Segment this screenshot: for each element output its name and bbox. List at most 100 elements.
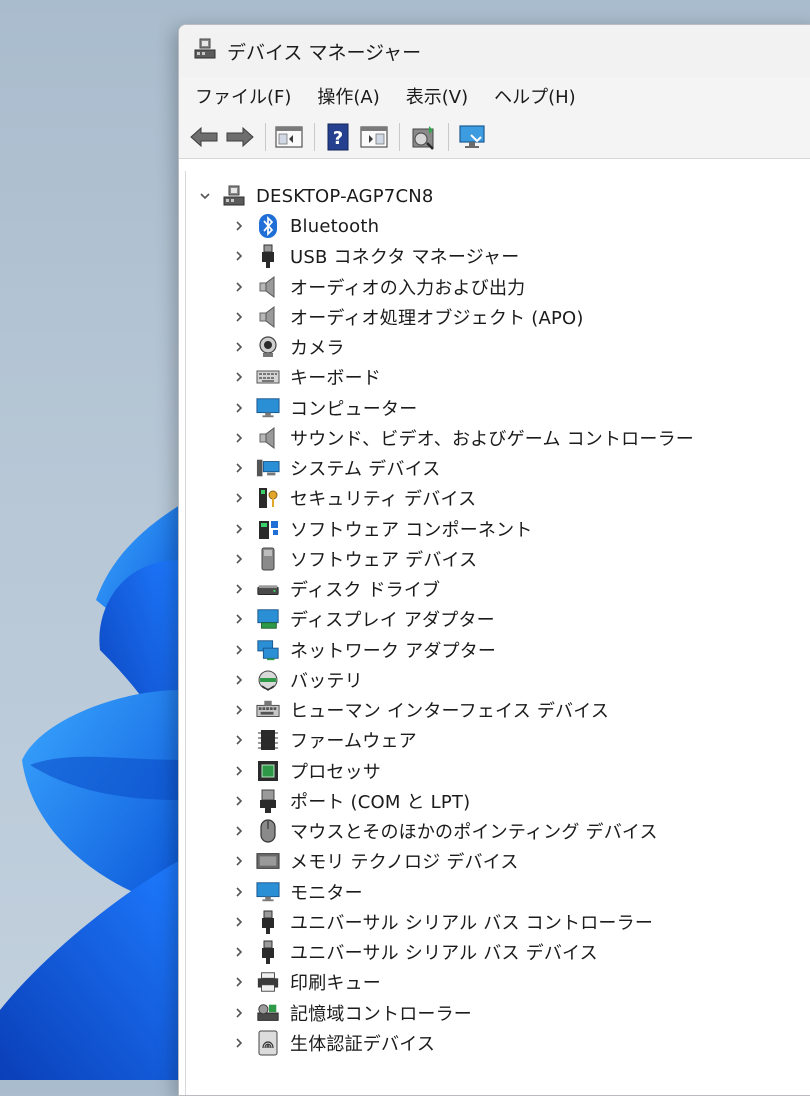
show-hide-action-pane-button[interactable] bbox=[357, 120, 391, 154]
tree-item-label: オーディオの入力および出力 bbox=[290, 277, 526, 299]
tree-item[interactable]: ソフトウェア コンポーネント bbox=[230, 514, 533, 544]
tree-item[interactable]: サウンド、ビデオ、およびゲーム コントローラー bbox=[230, 423, 694, 453]
tree-item[interactable]: 印刷キュー bbox=[230, 967, 381, 997]
software-component-icon bbox=[256, 517, 280, 541]
usb-plug-icon bbox=[256, 940, 280, 964]
toolbar-separator bbox=[265, 122, 266, 151]
tree-item-label: セキュリティ デバイス bbox=[290, 489, 477, 511]
display-adapter-icon bbox=[256, 607, 280, 631]
tree-item[interactable]: プロセッサ bbox=[230, 756, 381, 786]
chevron-right-icon[interactable] bbox=[230, 973, 248, 991]
tree-item-label: ヒューマン インターフェイス デバイス bbox=[290, 701, 610, 722]
tree-item[interactable]: セキュリティ デバイス bbox=[230, 483, 476, 513]
back-button[interactable] bbox=[187, 120, 221, 154]
chevron-right-icon[interactable] bbox=[230, 368, 248, 386]
help-button[interactable]: ? bbox=[321, 120, 355, 154]
tree-item[interactable]: ユニバーサル シリアル バス コントローラー bbox=[230, 907, 653, 937]
chevron-right-icon[interactable] bbox=[230, 762, 248, 780]
speaker-icon bbox=[256, 305, 280, 329]
chevron-right-icon[interactable] bbox=[230, 580, 248, 598]
tree-item[interactable]: ソフトウェア デバイス bbox=[230, 544, 477, 574]
chevron-down-icon[interactable] bbox=[196, 187, 214, 205]
tree-item[interactable]: キーボード bbox=[230, 362, 381, 392]
tree-item[interactable]: オーディオ処理オブジェクト (APO) bbox=[230, 302, 584, 332]
tree-item[interactable]: USB コネクタ マネージャー bbox=[230, 241, 519, 271]
tree-item[interactable]: バッテリ bbox=[230, 665, 363, 695]
chevron-right-icon[interactable] bbox=[230, 399, 248, 417]
menu-file[interactable]: ファイル(F) bbox=[193, 79, 303, 113]
chevron-right-icon[interactable] bbox=[230, 217, 248, 235]
chevron-right-icon[interactable] bbox=[230, 520, 248, 538]
tree-item[interactable]: オーディオの入力および出力 bbox=[230, 272, 525, 302]
usb-plug-icon bbox=[256, 910, 280, 934]
tree-item[interactable]: メモリ テクノロジ デバイス bbox=[230, 846, 519, 876]
back-arrow-icon bbox=[190, 126, 218, 147]
chevron-right-icon[interactable] bbox=[230, 247, 248, 265]
menu-view[interactable]: 表示(V) bbox=[404, 79, 480, 113]
chevron-right-icon[interactable] bbox=[230, 550, 248, 568]
tree-item[interactable]: ヒューマン インターフェイス デバイス bbox=[230, 695, 609, 725]
toolbar-separator bbox=[448, 122, 449, 151]
chevron-right-icon[interactable] bbox=[230, 913, 248, 931]
show-hide-console-tree-icon bbox=[275, 125, 303, 148]
tree-item-label: システム デバイス bbox=[290, 459, 441, 480]
tree-item[interactable]: Bluetooth bbox=[230, 211, 379, 241]
tree-item-label: ユニバーサル シリアル バス コントローラー bbox=[290, 912, 654, 934]
chevron-right-icon[interactable] bbox=[230, 731, 248, 749]
chevron-right-icon[interactable] bbox=[230, 883, 248, 901]
tree-item[interactable]: カメラ bbox=[230, 332, 345, 362]
tree-item[interactable]: ディスク ドライブ bbox=[230, 574, 440, 604]
forward-button[interactable] bbox=[223, 120, 257, 154]
chevron-right-icon[interactable] bbox=[230, 1004, 248, 1022]
tree-item[interactable]: 生体認証デバイス bbox=[230, 1028, 435, 1058]
webcam-icon bbox=[256, 335, 280, 359]
toolbar-separator bbox=[314, 122, 315, 151]
tree-item[interactable]: システム デバイス bbox=[230, 453, 440, 483]
tree-item-label: カメラ bbox=[290, 338, 345, 359]
tree-item-label: ユニバーサル シリアル バス デバイス bbox=[290, 943, 598, 964]
scan-hardware-button[interactable] bbox=[406, 120, 440, 154]
tree-item[interactable]: 記憶域コントローラー bbox=[230, 998, 472, 1028]
tree-item-label: 生体認証デバイス bbox=[290, 1033, 436, 1055]
tree-item[interactable]: ファームウェア bbox=[230, 725, 417, 755]
chevron-right-icon[interactable] bbox=[230, 671, 248, 689]
chevron-right-icon[interactable] bbox=[230, 1034, 248, 1052]
tree-root[interactable]: DESKTOP-AGP7CN8 bbox=[196, 181, 434, 211]
chevron-right-icon[interactable] bbox=[230, 610, 248, 628]
chevron-right-icon[interactable] bbox=[230, 701, 248, 719]
chevron-right-icon[interactable] bbox=[230, 489, 248, 507]
usb-plug-icon bbox=[256, 244, 280, 269]
menu-action[interactable]: 操作(A) bbox=[315, 79, 391, 113]
tree-item[interactable]: ディスプレイ アダプター bbox=[230, 604, 495, 634]
bluetooth-icon bbox=[256, 214, 280, 238]
menu-help[interactable]: ヘルプ(H) bbox=[492, 79, 588, 113]
device-tree: DESKTOP-AGP7CN8 Bluetooth USB コネクタ マネージャー… bbox=[185, 171, 810, 1095]
chevron-right-icon[interactable] bbox=[230, 338, 248, 356]
chevron-right-icon[interactable] bbox=[230, 822, 248, 840]
tree-item-label: サウンド、ビデオ、およびゲーム コントローラー bbox=[290, 428, 694, 450]
chevron-right-icon[interactable] bbox=[230, 278, 248, 296]
tree-item-label: ソフトウェア デバイス bbox=[290, 549, 478, 571]
chevron-right-icon[interactable] bbox=[230, 852, 248, 870]
tree-item[interactable]: ポート (COM と LPT) bbox=[230, 786, 470, 816]
chevron-right-icon[interactable] bbox=[230, 308, 248, 326]
tree-item[interactable]: モニター bbox=[230, 877, 363, 907]
show-hide-action-pane-icon bbox=[360, 125, 388, 148]
show-hide-console-tree-button[interactable] bbox=[272, 120, 306, 154]
tree-item[interactable]: ユニバーサル シリアル バス デバイス bbox=[230, 937, 598, 967]
mouse-icon bbox=[256, 819, 280, 843]
chevron-right-icon[interactable] bbox=[230, 429, 248, 447]
chevron-right-icon[interactable] bbox=[230, 641, 248, 659]
chevron-right-icon[interactable] bbox=[230, 459, 248, 477]
chevron-right-icon[interactable] bbox=[230, 943, 248, 961]
tree-item-label: 記憶域コントローラー bbox=[290, 1003, 472, 1025]
printer-icon bbox=[256, 970, 280, 994]
monitor-properties-button[interactable] bbox=[455, 120, 489, 154]
device-manager-window: デバイス マネージャー ファイル(F) 操作(A) 表示(V) ヘルプ(H) ?… bbox=[178, 24, 810, 1096]
chevron-right-icon[interactable] bbox=[230, 792, 248, 810]
tree-item[interactable]: コンピューター bbox=[230, 393, 417, 423]
system-device-icon bbox=[256, 456, 280, 480]
computer-network-icon bbox=[222, 184, 246, 208]
tree-item[interactable]: マウスとそのほかのポインティング デバイス bbox=[230, 816, 658, 846]
tree-item[interactable]: ネットワーク アダプター bbox=[230, 635, 496, 665]
